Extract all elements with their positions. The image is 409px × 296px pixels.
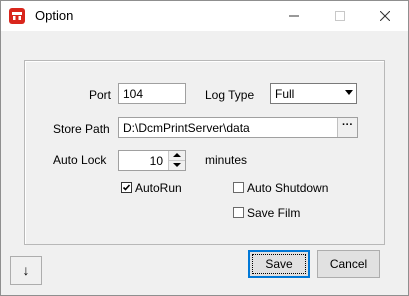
close-button[interactable] xyxy=(362,1,408,31)
port-input[interactable]: 104 xyxy=(118,83,186,104)
down-arrow-button[interactable]: ↓ xyxy=(10,256,42,285)
log-type-select[interactable]: Full xyxy=(270,83,357,104)
store-path-input[interactable]: D:\DcmPrintServer\data ··· xyxy=(118,117,358,138)
arrow-down-icon xyxy=(173,163,181,167)
minimize-icon xyxy=(289,15,299,17)
log-type-value: Full xyxy=(275,87,295,101)
window-title: Option xyxy=(35,8,74,23)
decrement-button[interactable] xyxy=(169,161,185,170)
focus-rect xyxy=(252,254,306,274)
arrow-up-icon xyxy=(173,153,181,157)
checkmark-icon xyxy=(122,184,131,191)
auto-lock-value: 10 xyxy=(149,154,163,168)
stepper-buttons xyxy=(168,151,185,170)
auto-lock-label: Auto Lock xyxy=(53,153,107,167)
save-button[interactable]: Save xyxy=(248,250,310,278)
cancel-button[interactable]: Cancel xyxy=(317,250,380,278)
maximize-button[interactable] xyxy=(317,1,363,31)
chevron-down-icon xyxy=(345,90,353,95)
auto-shutdown-checkbox[interactable] xyxy=(233,182,244,193)
autorun-label[interactable]: AutoRun xyxy=(135,181,182,195)
auto-lock-stepper[interactable]: 10 xyxy=(118,150,186,171)
close-icon xyxy=(380,11,390,21)
store-path-value: D:\DcmPrintServer\data xyxy=(123,121,250,135)
maximize-icon xyxy=(335,11,345,21)
increment-button[interactable] xyxy=(169,151,185,161)
cancel-button-label: Cancel xyxy=(329,257,368,271)
app-icon xyxy=(9,8,25,24)
option-window: Option Port 104 Log Type Full Store Path… xyxy=(0,0,409,296)
save-film-label[interactable]: Save Film xyxy=(247,206,300,220)
browse-button[interactable]: ··· xyxy=(337,118,357,137)
title-bar[interactable]: Option xyxy=(1,1,408,31)
store-path-label: Store Path xyxy=(53,122,110,136)
auto-shutdown-label[interactable]: Auto Shutdown xyxy=(247,181,328,195)
port-label: Port xyxy=(89,88,112,102)
log-type-label: Log Type xyxy=(205,88,255,102)
auto-lock-unit: minutes xyxy=(205,153,248,167)
autorun-checkbox[interactable] xyxy=(121,182,132,193)
minimize-button[interactable] xyxy=(271,1,317,31)
save-film-checkbox[interactable] xyxy=(233,207,244,218)
